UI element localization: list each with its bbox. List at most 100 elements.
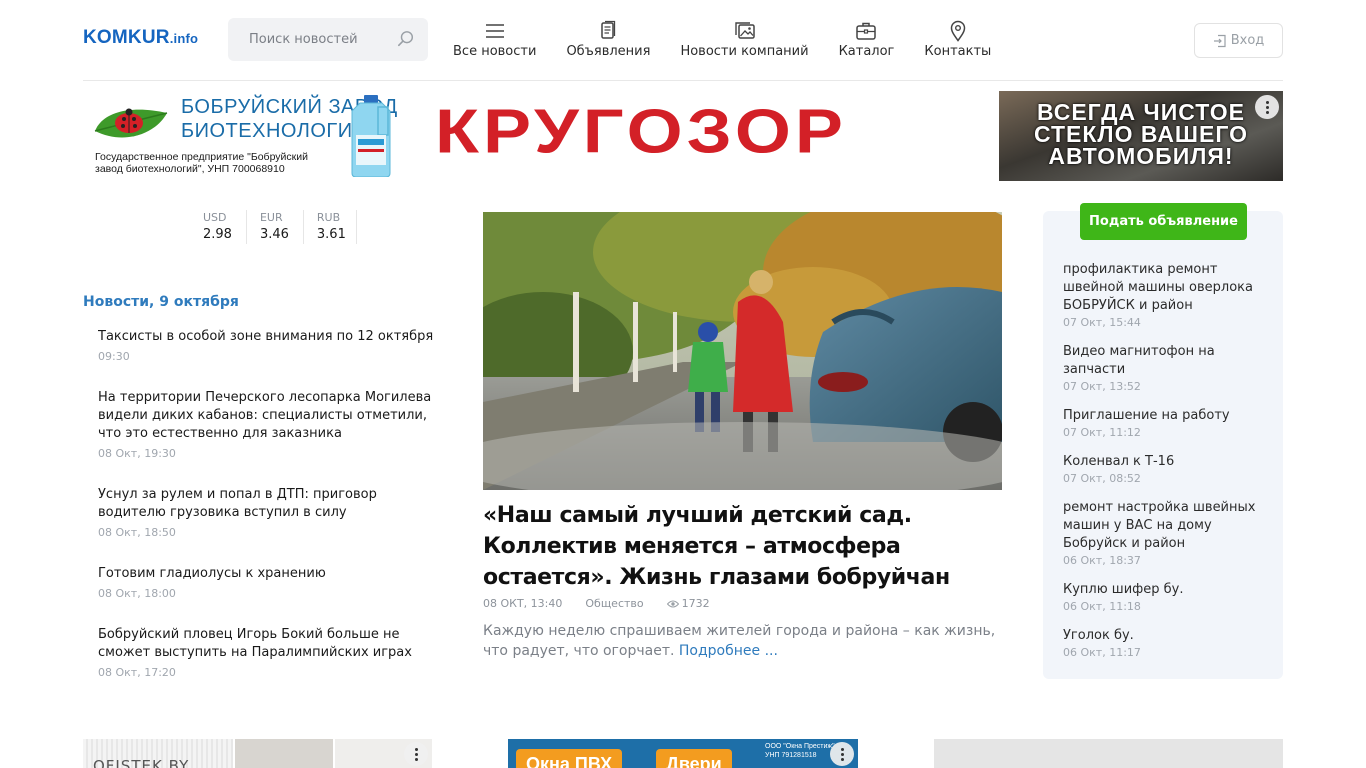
currency-rates: USD 2.98 EUR 3.46 RUB 3.61 [203,210,370,244]
classified-date: 06 Окт, 11:18 [1063,600,1141,613]
classified-title[interactable]: Уголок бу. [1063,627,1263,645]
views-count: 1732 [681,597,710,610]
ad-options-icon[interactable] [1255,95,1279,119]
main-article-image[interactable] [483,212,1002,490]
eye-icon [666,600,679,607]
currency-rub: RUB 3.61 [317,210,357,244]
ad-image-panel [235,739,333,768]
nav-catalog[interactable]: Каталог [838,20,895,60]
main-article-meta: 08 ОКТ, 13:40 Общество 1732 [483,597,733,610]
classified-title[interactable]: Куплю шифер бу. [1063,581,1263,599]
documents-icon [601,20,616,39]
top-banner-ad[interactable]: БОБРУЙСКИЙ ЗАВОД БИОТЕХНОЛОГИЙ Государст… [83,91,1283,181]
list-item[interactable]: Коленвал к Т-16 07 Окт, 08:52 [1063,453,1263,486]
factory-subtitle: Государственное предприятие "Бобруйский … [95,151,308,175]
krugozor-banner[interactable]: БОБРУЙСКИЙ ЗАВОД БИОТЕХНОЛОГИЙ Государст… [83,91,963,181]
list-item[interactable]: На территории Печерского лесопарка Могил… [98,389,448,462]
clean-glass-text: ВСЕГДА ЧИСТОЕ СТЕКЛО ВАШЕГО АВТОМОБИЛЯ! [1033,99,1249,169]
classified-title[interactable]: профилактика ремонт швейной машины оверл… [1063,261,1263,315]
news-time: 09:30 [98,350,130,363]
currency-value: 3.46 [259,227,289,242]
currency-eur: EUR 3.46 [260,210,304,244]
classified-date: 07 Окт, 13:52 [1063,380,1141,393]
article-category[interactable]: Общество [585,597,643,610]
nav-label: Контакты [924,44,992,59]
article-views: 1732 [666,597,710,610]
currency-code: USD [203,211,227,224]
list-item[interactable]: Куплю шифер бу. 06 Окт, 11:18 [1063,581,1263,614]
news-title[interactable]: Уснул за рулем и попал в ДТП: приговор в… [98,486,448,522]
clean-glass-banner[interactable]: ВСЕГДА ЧИСТОЕ СТЕКЛО ВАШЕГО АВТОМОБИЛЯ! [999,91,1283,181]
company-note: ООО "Окна Престиж" УНП 791281518 [765,743,835,759]
classified-date: 07 Окт, 15:44 [1063,316,1141,329]
gallery-icon [734,22,755,39]
news-list: Таксисты в особой зоне внимания по 12 ок… [98,328,448,680]
bottom-ad-placeholder[interactable] [934,739,1283,768]
list-item[interactable]: Приглашение на работу 07 Окт, 11:12 [1063,407,1263,440]
street-photo [483,212,1002,490]
windows-label: Окна ПВХ [516,749,623,768]
classified-title[interactable]: ремонт настройка швейных машин у ВАС на … [1063,499,1263,553]
nav-all-news[interactable]: Все новости [453,20,536,60]
nav-label: Каталог [838,44,895,59]
classifieds-panel: профилактика ремонт швейной машины оверл… [1043,211,1283,679]
site-header: KOMKUR.info Все новости Объявления Новос… [83,0,1283,81]
news-title[interactable]: Готовим гладиолусы к хранению [98,565,448,583]
list-item[interactable]: Уснул за рулем и попал в ДТП: приговор в… [98,486,448,541]
logo-main: KOMKUR [83,27,170,48]
list-item[interactable]: профилактика ремонт швейной машины оверл… [1063,261,1263,330]
list-item[interactable]: Видео магнитофон на запчасти 07 Окт, 13:5… [1063,343,1263,394]
main-article-lead: Каждую неделю спрашиваем жителей города … [483,621,1008,661]
currency-code: EUR [259,211,283,224]
nav-label: Все новости [453,44,537,59]
nav-label: Новости компаний [680,44,809,59]
ladybug-leaf-logo [94,108,168,138]
classified-title[interactable]: Видео магнитофон на запчасти [1063,343,1263,379]
currency-usd: USD 2.98 [203,210,247,244]
logo-suffix: .info [169,31,199,46]
article-date: 08 ОКТ, 13:40 [483,597,563,610]
nav-classifieds[interactable]: Объявления [566,20,650,60]
news-time: 08 Окт, 18:50 [98,526,176,539]
washer-fluid-bottle-icon [351,95,391,177]
currency-code: RUB [316,211,341,224]
news-title[interactable]: Бобруйский пловец Игорь Бокий больше не … [98,626,448,662]
classifieds-list: профилактика ремонт швейной машины оверл… [1063,261,1263,673]
list-item[interactable]: Готовим гладиолусы к хранению 08 Окт, 18… [98,565,448,602]
news-time: 08 Окт, 18:00 [98,587,176,600]
map-pin-icon [950,20,966,42]
krugozor-brand: КРУГОЗОР [435,97,847,167]
search-input[interactable] [228,18,388,61]
nav-company-news[interactable]: Новости компаний [680,20,809,60]
ad-options-icon[interactable] [404,742,428,766]
ofistek-text: OFISTEK.BY [93,757,190,768]
news-title[interactable]: Таксисты в особой зоне внимания по 12 ок… [98,328,448,346]
search-icon[interactable] [397,30,415,48]
list-item[interactable]: Таксисты в особой зоне внимания по 12 ок… [98,328,448,365]
ad-options-icon[interactable] [830,742,854,766]
main-article-title[interactable]: «Наш самый лучший детский сад. Коллектив… [483,500,1003,593]
site-logo[interactable]: KOMKUR.info [83,27,198,49]
classified-title[interactable]: Коленвал к Т-16 [1063,453,1263,471]
currency-value: 3.61 [316,227,346,242]
bottom-ad-windows[interactable]: Окна ПВХ Двери ООО "Окна Престиж" УНП 79… [508,739,858,768]
doors-label: Двери [656,749,732,768]
read-more-link[interactable]: Подробнее ... [679,643,778,659]
classified-date: 07 Окт, 08:52 [1063,472,1141,485]
list-item[interactable]: ремонт настройка швейных машин у ВАС на … [1063,499,1263,568]
nav-contacts[interactable]: Контакты [924,20,991,60]
currency-value: 2.98 [203,227,232,242]
briefcase-icon [856,22,877,40]
classified-title[interactable]: Приглашение на работу [1063,407,1263,425]
classified-date: 07 Окт, 11:12 [1063,426,1141,439]
news-time: 08 Окт, 19:30 [98,447,176,460]
news-title[interactable]: На территории Печерского лесопарка Могил… [98,389,448,443]
news-heading[interactable]: Новости, 9 октября [83,294,239,310]
list-item[interactable]: Уголок бу. 06 Окт, 11:17 [1063,627,1263,660]
list-item[interactable]: Бобруйский пловец Игорь Бокий больше не … [98,626,448,680]
classified-date: 06 Окт, 11:17 [1063,646,1141,659]
classified-date: 06 Окт, 18:37 [1063,554,1141,567]
submit-ad-button[interactable]: Подать объявление [1080,203,1247,240]
bottom-ad-ofistek[interactable]: OFISTEK.BY [83,739,432,768]
login-button[interactable]: Вход [1194,23,1283,58]
